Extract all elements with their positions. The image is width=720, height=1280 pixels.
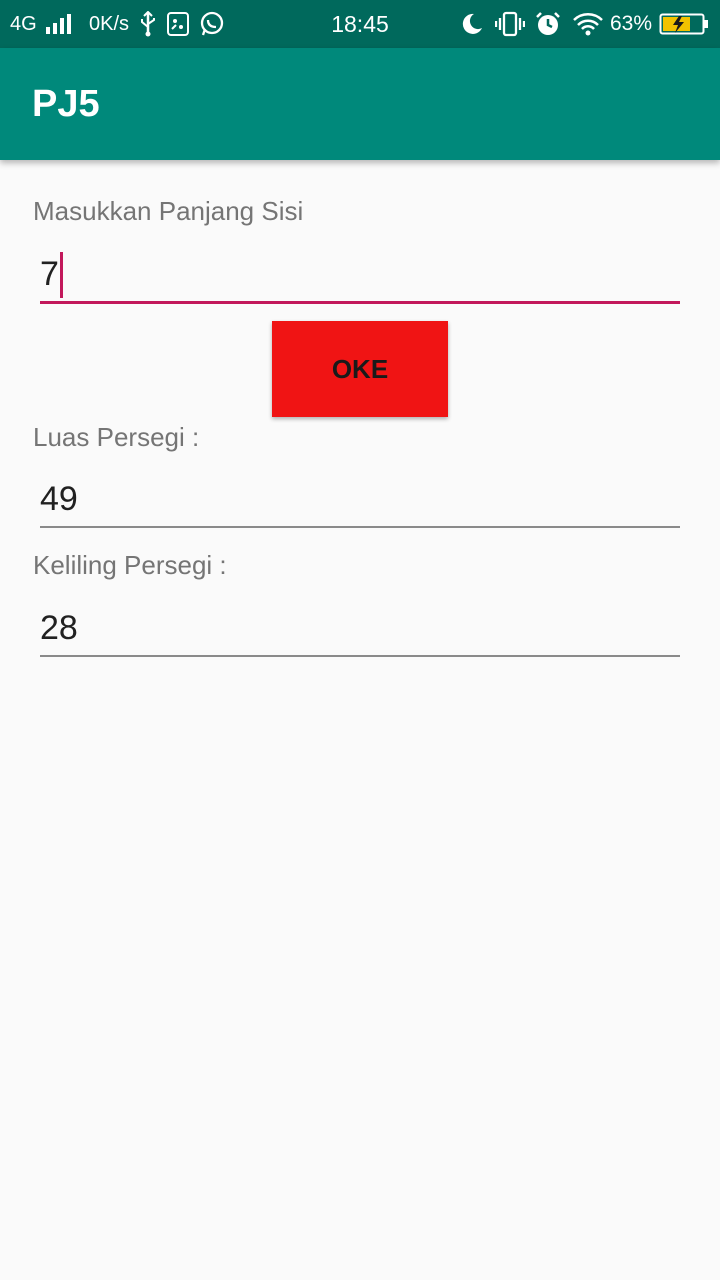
- perimeter-field[interactable]: 28: [40, 601, 680, 657]
- debug-icon: [166, 0, 190, 48]
- perimeter-label: Keliling Persegi :: [33, 550, 227, 580]
- network-type: 4G: [10, 12, 37, 35]
- battery-icon: [659, 0, 709, 48]
- side-length-input[interactable]: 7: [40, 248, 680, 304]
- vibrate-icon: [495, 0, 525, 48]
- area-field[interactable]: 49: [40, 472, 680, 528]
- alarm-icon: [535, 0, 561, 48]
- perimeter-value: 28: [40, 608, 78, 647]
- app-bar: PJ5: [0, 48, 720, 160]
- text-cursor: [59, 251, 63, 298]
- wifi-icon: [572, 0, 604, 48]
- oke-button[interactable]: OKE: [272, 321, 448, 417]
- battery-percent: 63%: [610, 12, 653, 35]
- whatsapp-icon: [199, 0, 225, 48]
- app-title: PJ5: [32, 82, 100, 125]
- usb-icon: [138, 0, 158, 48]
- signal-icon: [45, 0, 75, 48]
- area-label: Luas Persegi :: [33, 422, 200, 452]
- area-value: 49: [40, 479, 78, 518]
- status-bar: 18:45 4G 0K/s 63%: [0, 0, 720, 48]
- side-length-label: Masukkan Panjang Sisi: [33, 196, 304, 226]
- network-speed: 0K/s: [89, 12, 130, 35]
- moon-icon: [460, 0, 484, 48]
- side-length-value: 7: [40, 255, 59, 293]
